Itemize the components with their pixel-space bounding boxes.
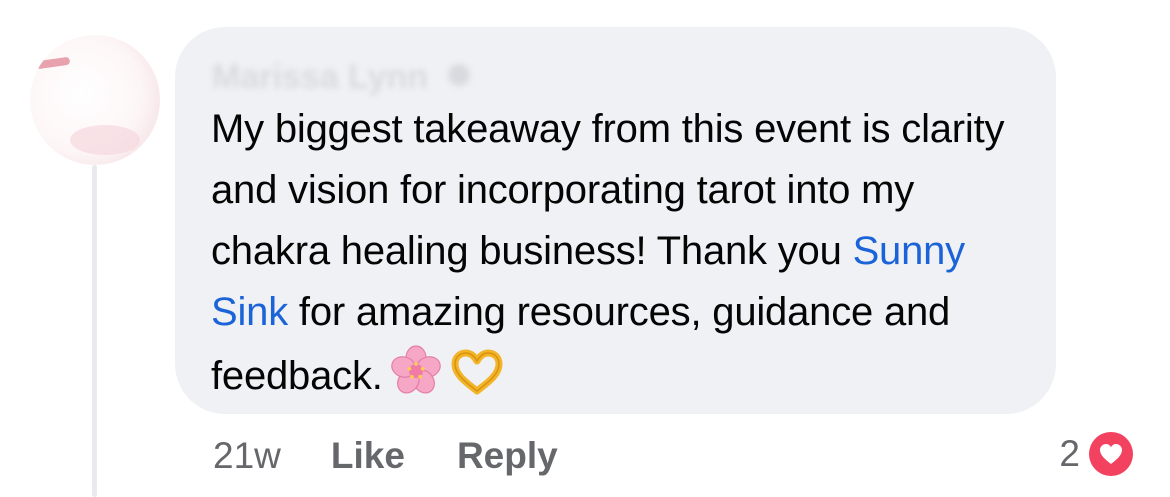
like-button[interactable]: Like (331, 435, 405, 477)
cherry-blossom-icon (389, 343, 443, 415)
comment-text: My biggest takeaway from this event is c… (211, 99, 1041, 415)
comment-author-name[interactable]: Marissa Lynn (212, 58, 472, 97)
avatar-decoration (70, 125, 140, 155)
comment-timestamp[interactable]: 21w (213, 435, 281, 477)
reaction-count: 2 (1059, 433, 1080, 474)
thread-line (92, 165, 97, 497)
author-name-text[interactable]: Marissa Lynn (212, 58, 428, 96)
reply-button[interactable]: Reply (457, 435, 558, 477)
heart-icon (1086, 429, 1136, 479)
comment-text-end: for amazing resources, guidance and feed… (211, 290, 951, 398)
reaction-summary[interactable]: 2 (1059, 428, 1136, 480)
badge-icon (446, 58, 472, 97)
avatar[interactable] (30, 35, 160, 165)
avatar-decoration (35, 56, 71, 70)
comment-actions: 21w Like Reply (213, 432, 558, 480)
heart-hands-icon (449, 349, 505, 415)
